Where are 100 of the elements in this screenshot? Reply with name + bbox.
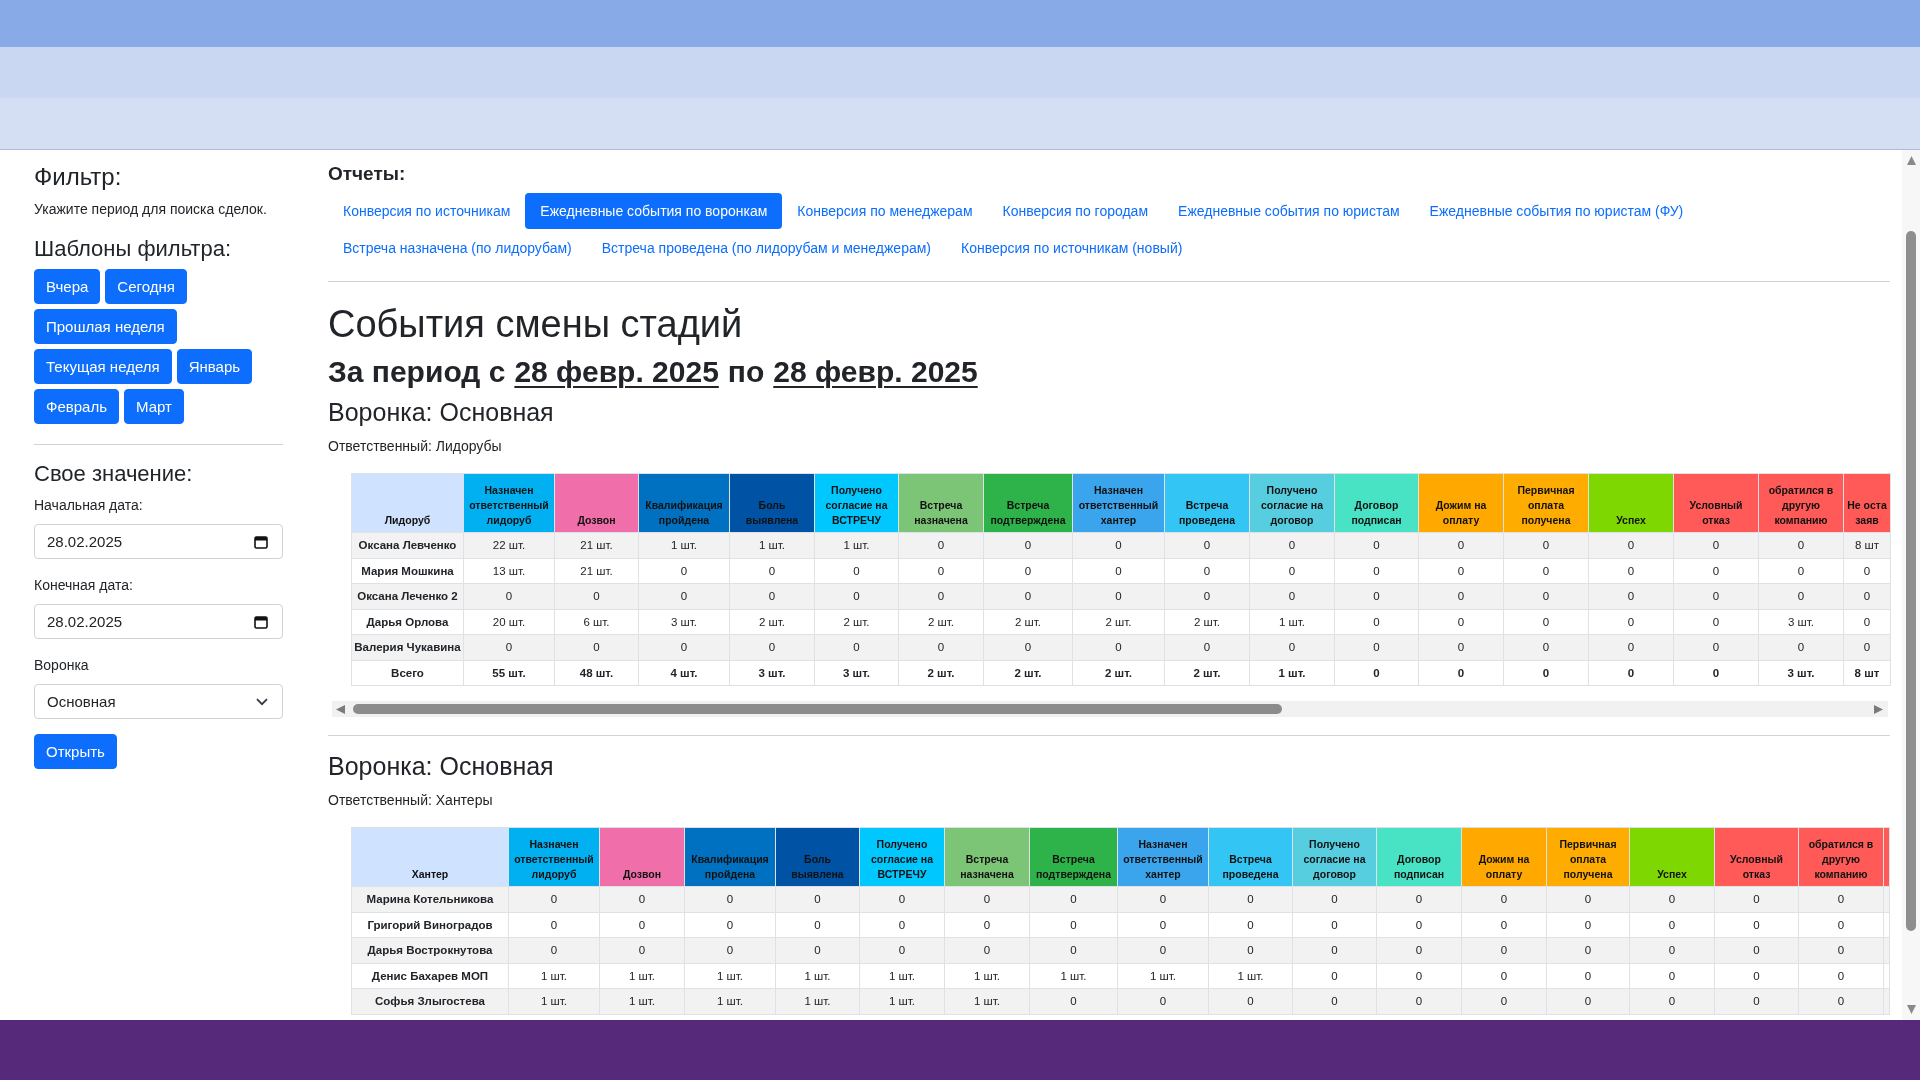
- table-cell: 0: [1461, 963, 1547, 989]
- table-cell: 2 шт.: [1164, 660, 1250, 686]
- scrollbar-thumb[interactable]: [353, 704, 1282, 714]
- column-header: Договор подписан: [1376, 827, 1462, 887]
- table-cell: 0: [1292, 963, 1377, 989]
- arrow-right-icon[interactable]: [1874, 704, 1883, 714]
- table-cell: 0: [1418, 634, 1504, 660]
- preset-button[interactable]: Сегодня: [105, 269, 187, 304]
- table-cell: 21 шт.: [554, 558, 639, 584]
- responsible-text: Ответственный: Лидорубы: [328, 437, 503, 456]
- table-cell: 0: [1376, 937, 1462, 963]
- table-cell: 0: [1334, 634, 1419, 660]
- table-cell: 1 шт.: [599, 988, 685, 1014]
- table-cell: 0: [1503, 558, 1589, 584]
- table-cell: 0: [508, 937, 600, 963]
- table-cell: 0: [1629, 988, 1715, 1014]
- column-header: Встреча проведена: [1164, 473, 1250, 533]
- vertical-scrollbar[interactable]: [1902, 150, 1920, 1020]
- report-tab[interactable]: Конверсия по источникам: [328, 193, 526, 229]
- table-cell: 2 шт.: [729, 609, 815, 635]
- horizontal-scrollbar[interactable]: [332, 701, 1888, 717]
- table-cell: 48 шт.: [554, 660, 639, 686]
- table-cell: 0: [1673, 558, 1759, 584]
- arrow-down-icon[interactable]: [1906, 1005, 1916, 1014]
- report-tab[interactable]: Встреча назначена (по лидорубам): [328, 230, 587, 266]
- report-tab[interactable]: Ежедневные события по юристам: [1163, 193, 1415, 229]
- column-header: Дожим на оплату: [1461, 827, 1547, 887]
- report-tab[interactable]: Конверсия по городам: [987, 193, 1164, 229]
- report-tab[interactable]: Конверсия по менеджерам: [782, 193, 988, 229]
- column-header: Получено согласие на ВСТРЕЧУ: [859, 827, 945, 887]
- table-cell: 0: [1292, 988, 1377, 1014]
- preset-button[interactable]: Февраль: [34, 389, 119, 424]
- page-title: События смены стадий: [328, 302, 744, 347]
- date-field[interactable]: 28.02.2025: [34, 524, 283, 559]
- name-cell: Григорий Виноградов: [351, 912, 509, 938]
- calendar-icon[interactable]: [254, 614, 268, 629]
- report-tab[interactable]: Встреча проведена (по лидорубам и менеджерам): [586, 230, 946, 266]
- name-cell: Софья Злыгостева: [351, 988, 509, 1014]
- table-cell: 0: [898, 532, 984, 558]
- table-cell: 22 шт.: [463, 532, 555, 558]
- table-cell: 0: [729, 634, 815, 660]
- table-cell: 0: [1164, 634, 1250, 660]
- arrow-left-icon[interactable]: [336, 704, 345, 714]
- table-cell: 8 шт: [1843, 660, 1891, 686]
- table-cell: 0: [1503, 634, 1589, 660]
- name-cell: Оксана Леченко 2: [351, 583, 464, 609]
- table-cell: 0: [1029, 988, 1118, 1014]
- table-cell: 1 шт.: [814, 532, 899, 558]
- table-cell: 0: [1673, 634, 1759, 660]
- table-cell: 20 шт.: [463, 609, 555, 635]
- table-cell: 0: [1758, 558, 1844, 584]
- table-cell: 0: [1843, 634, 1891, 660]
- table-cell: 0: [1758, 583, 1844, 609]
- report-tab[interactable]: Конверсия по источникам (новый): [946, 230, 1198, 266]
- scrollbar-thumb[interactable]: [1906, 231, 1916, 931]
- custom-range-heading: Свое значение:: [34, 461, 194, 487]
- table-cell: 0: [1208, 988, 1293, 1014]
- open-button[interactable]: Открыть: [34, 734, 117, 769]
- column-header: Лидоруб: [351, 473, 464, 533]
- column-header: Условный отказ: [1673, 473, 1759, 533]
- preset-button[interactable]: Прошлая неделя: [34, 309, 177, 344]
- table-cell: 6 шт.: [554, 609, 639, 635]
- table-cell: 1 шт.: [859, 963, 945, 989]
- date-field[interactable]: 28.02.2025: [34, 604, 283, 639]
- table-cell: 0: [1418, 609, 1504, 635]
- table-cell: 0: [1843, 558, 1891, 584]
- table-cell: 0: [1798, 886, 1884, 912]
- select-field[interactable]: Основная: [34, 684, 283, 719]
- table-cell: 0: [1843, 609, 1891, 635]
- table-cell: 0: [898, 583, 984, 609]
- preset-button[interactable]: Вчера: [34, 269, 101, 304]
- report-tab[interactable]: Ежедневные события по юристам (ФУ): [1414, 193, 1699, 229]
- table-cell: 0: [1249, 634, 1335, 660]
- table-cell: 1 шт.: [775, 988, 860, 1014]
- table-cell: 0: [1503, 583, 1589, 609]
- table-cell: 0: [1843, 583, 1891, 609]
- table-cell: 0: [1461, 937, 1547, 963]
- table-cell: 0: [1376, 963, 1462, 989]
- calendar-icon[interactable]: [254, 534, 268, 549]
- preset-button[interactable]: Текущая неделя: [34, 349, 172, 384]
- report-tab[interactable]: Ежедневные события по воронкам: [525, 193, 783, 229]
- column-header: Договор подписан: [1334, 473, 1419, 533]
- table-cell: 0: [1292, 886, 1377, 912]
- column-header: обратился в другую компанию: [1798, 827, 1884, 887]
- table-cell: 0: [983, 532, 1073, 558]
- preset-button[interactable]: Март: [123, 389, 184, 424]
- column-header: Получено согласие на договор: [1249, 473, 1335, 533]
- chevron-down-icon: [256, 697, 268, 706]
- column-header: Боль выявлена: [775, 827, 860, 887]
- table-cell: 0: [1334, 558, 1419, 584]
- table-cell: 13 шт.: [463, 558, 555, 584]
- table-cell: 0: [898, 634, 984, 660]
- responsible-text: Ответственный: Хантеры: [328, 791, 494, 810]
- table-cell: 0: [1292, 912, 1377, 938]
- arrow-up-icon[interactable]: [1906, 156, 1916, 165]
- table-cell: 0: [599, 912, 685, 938]
- table-cell: 1 шт.: [859, 988, 945, 1014]
- table-cell: 0: [1117, 886, 1209, 912]
- preset-button[interactable]: Январь: [176, 349, 253, 384]
- table-cell: 0: [1629, 963, 1715, 989]
